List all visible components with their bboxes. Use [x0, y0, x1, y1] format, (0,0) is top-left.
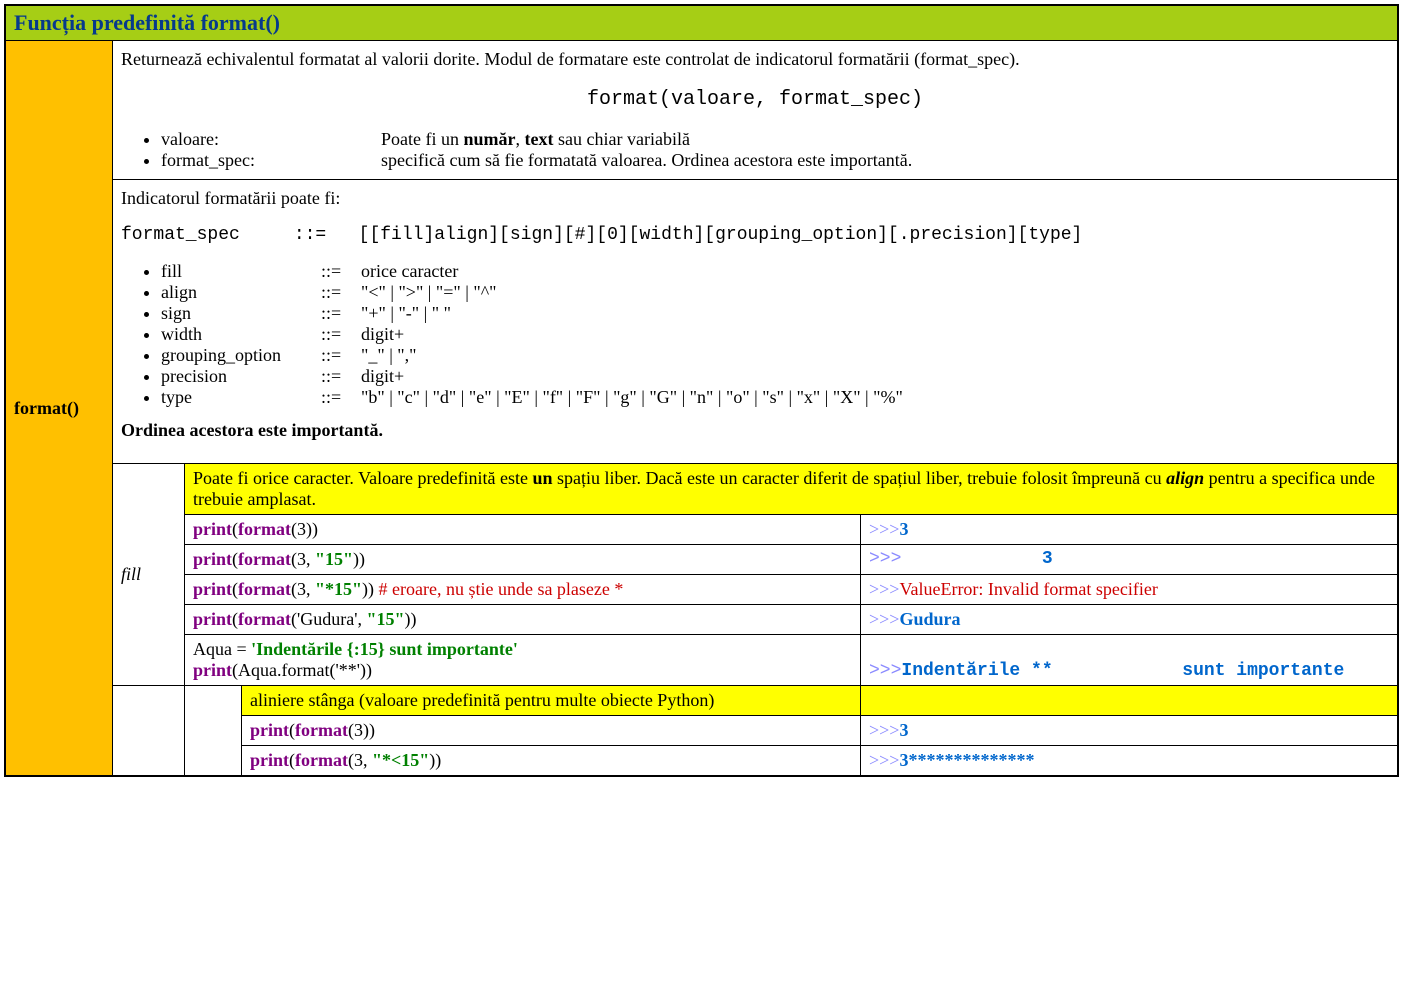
format-spec-cell: Indicatorul formatării poate fi: format_…: [113, 180, 1399, 464]
output-cell: >>>3: [861, 515, 1399, 545]
code-cell: print(format(3, "15")): [185, 545, 861, 575]
output-cell: >>>ValueError: Invalid format specifier: [861, 575, 1399, 605]
align-left-desc: aliniere stânga (valoare predefinită pen…: [242, 686, 861, 716]
spec-line: format_spec ::= [[fill]align][sign][#][0…: [121, 225, 1389, 245]
code-cell: print(format('Gudura', "15")): [185, 605, 861, 635]
description-cell: Returnează echivalentul formatat al valo…: [113, 41, 1399, 180]
grammar-list: fill::=orice caracter align::="<" | ">" …: [161, 261, 1389, 408]
fill-desc: Poate fi orice caracter. Valoare predefi…: [185, 464, 1399, 515]
format-doc-table: Funcția predefinită format() format() Re…: [4, 4, 1399, 777]
code-cell: Aqua = 'Indentările {:15} sunt important…: [185, 635, 861, 686]
param-desc: specifică cum să fie formatată valoarea.…: [381, 150, 912, 171]
code-cell: print(format(3, "*15")) # eroare, nu ști…: [185, 575, 861, 605]
param-name: valoare:: [161, 129, 381, 150]
intro-text: Returnează echivalentul formatat al valo…: [121, 49, 1389, 70]
code-cell: print(format(3)): [242, 716, 861, 746]
output-cell: >>>Gudura: [861, 605, 1399, 635]
page-title: Funcția predefinită format(): [5, 5, 1398, 41]
code-cell: print(format(3, "*<15")): [242, 746, 861, 777]
param-list: valoare: Poate fi un număr, text sau chi…: [161, 129, 1389, 171]
param-desc: Poate fi un număr, text sau chiar variab…: [381, 129, 690, 150]
output-cell: >>>3**************: [861, 746, 1399, 777]
fill-label: fill: [113, 464, 185, 686]
spec-intro: Indicatorul formatării poate fi:: [121, 188, 1389, 209]
output-cell: >>> 3: [861, 545, 1399, 575]
order-note: Ordinea acestora este importantă.: [121, 420, 1389, 441]
code-cell: print(format(3)): [185, 515, 861, 545]
align-left-desc-blank: [861, 686, 1399, 716]
param-name: format_spec:: [161, 150, 381, 171]
output-cell: >>>3: [861, 716, 1399, 746]
output-cell: >>>Indentările ** sunt importante: [861, 635, 1399, 686]
side-label: format(): [5, 41, 113, 777]
align-label-cell: [113, 686, 185, 777]
signature: format(valoare, format_spec): [121, 88, 1389, 111]
align-symbol-cell: [185, 686, 242, 777]
